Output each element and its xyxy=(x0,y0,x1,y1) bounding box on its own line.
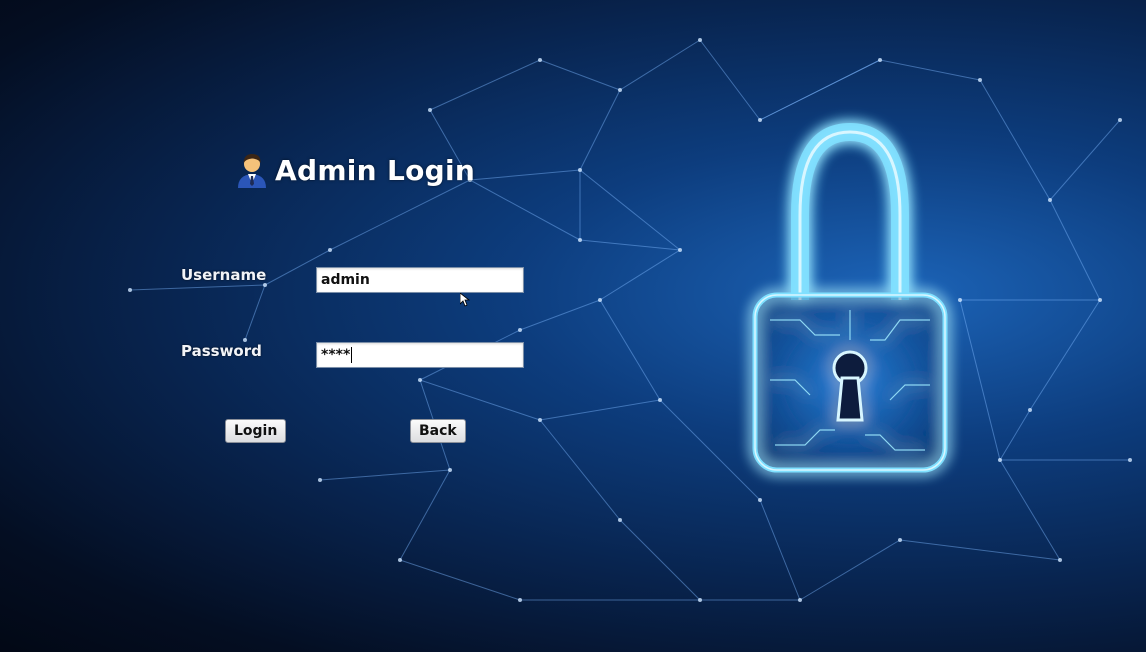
network-line xyxy=(399,469,451,561)
network-line xyxy=(899,539,1061,561)
network-line xyxy=(999,409,1031,461)
network-line xyxy=(759,499,801,601)
network-node xyxy=(618,518,622,522)
username-input[interactable] xyxy=(316,267,524,293)
padlock-icon xyxy=(752,122,948,473)
network-line xyxy=(979,79,1051,201)
network-node xyxy=(518,328,522,332)
network-node xyxy=(1128,458,1132,462)
network-node xyxy=(658,398,662,402)
password-mask: **** xyxy=(321,347,351,363)
network-node xyxy=(758,498,762,502)
network-line xyxy=(1049,199,1101,301)
network-node xyxy=(698,38,702,42)
network-node xyxy=(618,88,622,92)
network-node xyxy=(448,468,452,472)
network-node xyxy=(328,248,332,252)
network-node xyxy=(1118,118,1122,122)
network-node xyxy=(538,418,542,422)
network-line xyxy=(469,179,581,241)
network-node xyxy=(1048,198,1052,202)
network-line xyxy=(539,59,621,91)
network-line xyxy=(579,169,681,251)
network-line xyxy=(619,519,701,601)
mouse-pointer-icon xyxy=(460,293,470,307)
network-node xyxy=(878,58,882,62)
network-nodes xyxy=(128,38,1132,602)
network-line xyxy=(244,284,266,341)
network-node xyxy=(398,558,402,562)
network-node xyxy=(538,58,542,62)
network-node xyxy=(128,288,132,292)
network-line xyxy=(469,169,581,181)
network-node xyxy=(898,538,902,542)
network-line xyxy=(999,459,1061,561)
network-line xyxy=(519,299,601,331)
network-node xyxy=(978,78,982,82)
network-line xyxy=(599,299,661,401)
network-line xyxy=(419,379,541,421)
network-line xyxy=(879,59,981,81)
network-node xyxy=(318,478,322,482)
network-node xyxy=(1028,408,1032,412)
network-lines xyxy=(129,39,1130,601)
network-node xyxy=(798,598,802,602)
network-node xyxy=(678,248,682,252)
admin-person-icon xyxy=(238,154,266,188)
network-node xyxy=(1098,298,1102,302)
back-button[interactable]: Back xyxy=(410,419,466,443)
password-input[interactable]: **** xyxy=(316,342,524,368)
network-node xyxy=(598,298,602,302)
network-node xyxy=(698,598,702,602)
network-line xyxy=(579,89,621,171)
network-line xyxy=(539,399,661,421)
network-line xyxy=(759,59,881,121)
network-line xyxy=(619,39,701,91)
text-caret xyxy=(351,347,353,363)
username-label: Username xyxy=(181,266,267,284)
network-node xyxy=(958,298,962,302)
network-line xyxy=(579,239,681,251)
network-node xyxy=(578,168,582,172)
network-line xyxy=(399,559,521,601)
page-title: Admin Login xyxy=(275,153,476,187)
network-line xyxy=(539,419,621,521)
network-node xyxy=(428,108,432,112)
network-node xyxy=(518,598,522,602)
network-line xyxy=(1029,299,1101,411)
network-line xyxy=(1049,119,1121,201)
network-line xyxy=(799,539,901,601)
network-line xyxy=(699,39,761,121)
password-label: Password xyxy=(181,342,262,360)
network-node xyxy=(998,458,1002,462)
network-line xyxy=(329,179,471,251)
cyber-network-background xyxy=(128,38,1132,602)
network-line xyxy=(599,249,681,301)
network-line xyxy=(429,59,541,111)
network-line xyxy=(319,469,451,481)
network-node xyxy=(578,238,582,242)
network-node xyxy=(1058,558,1062,562)
network-line xyxy=(659,399,761,501)
network-line xyxy=(129,284,266,291)
network-node xyxy=(418,378,422,382)
network-node xyxy=(758,118,762,122)
network-line xyxy=(959,299,1001,461)
login-button[interactable]: Login xyxy=(225,419,287,443)
page-header: Admin Login xyxy=(235,150,475,190)
